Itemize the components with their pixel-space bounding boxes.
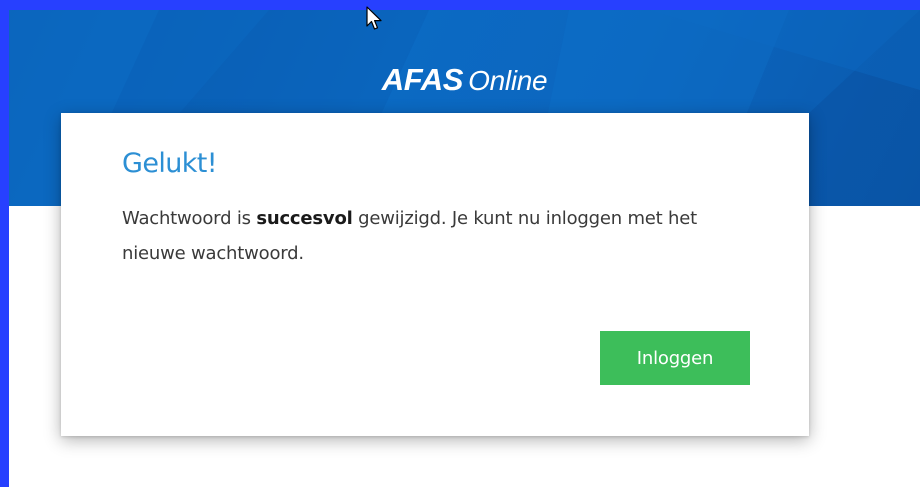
browser-viewport: AFAS Online Gelukt! Wachtwoord is succesv… (9, 10, 920, 487)
message-bold-text: succesvol (256, 208, 353, 229)
logo-suffix: Online (468, 65, 548, 96)
dialog-message: Wachtwoord is succesvol gewijzigd. Je ku… (122, 201, 742, 271)
mouse-pointer-icon (366, 6, 382, 30)
login-button[interactable]: Inloggen (600, 331, 750, 385)
dialog-title: Gelukt! (122, 148, 218, 179)
logo-brand: AFAS (381, 62, 464, 97)
afas-online-logo: AFAS Online (9, 62, 920, 99)
message-text-start: Wachtwoord is (122, 208, 257, 229)
success-dialog: Gelukt! Wachtwoord is succesvol gewijzig… (61, 113, 809, 436)
